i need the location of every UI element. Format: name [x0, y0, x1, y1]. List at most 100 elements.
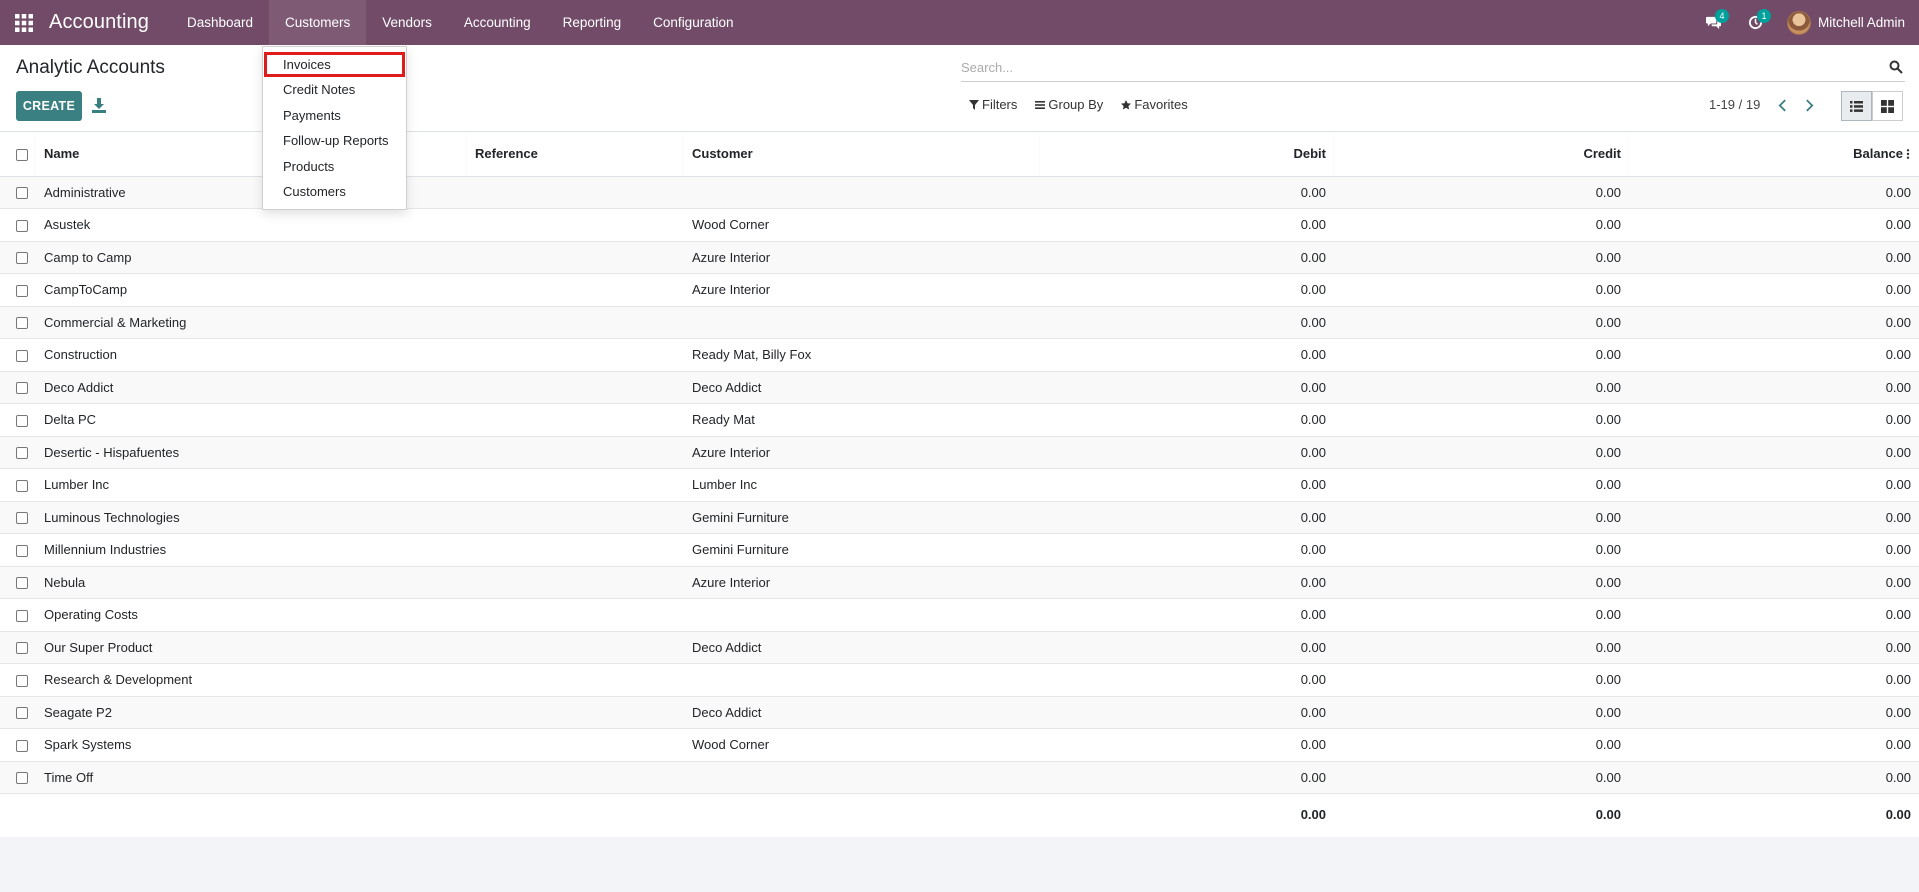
row-checkbox[interactable] [16, 544, 28, 557]
totals-spacer [684, 793, 1040, 836]
table-row[interactable]: CampToCamp Azure Interior 0.00 0.00 0.00 [0, 273, 1919, 307]
column-header-credit[interactable]: Credit [1334, 132, 1629, 177]
table-body: Administrative 0.00 0.00 0.00 Asustek Wood Co… [0, 176, 1919, 794]
search-input[interactable] [961, 54, 1861, 81]
table-row[interactable]: Seagate P2 Deco Addict 0.00 0.00 0.00 [0, 696, 1919, 729]
row-checkbox[interactable] [16, 674, 28, 687]
row-checkbox[interactable] [16, 577, 28, 590]
table-row[interactable]: Asustek Wood Corner 0.00 0.00 0.00 [0, 208, 1919, 242]
cell-balance: 0.00 [1629, 371, 1919, 404]
app-brand[interactable]: Accounting [49, 11, 149, 34]
row-checkbox[interactable] [16, 512, 28, 525]
dropdown-item-customers[interactable]: Customers [263, 179, 406, 205]
row-checkbox[interactable] [16, 642, 28, 655]
table-row[interactable]: Millennium Industries Gemini Furniture 0.0… [0, 533, 1919, 567]
cell-reference [467, 631, 684, 664]
row-checkbox[interactable] [16, 447, 28, 460]
row-checkbox[interactable] [16, 414, 28, 427]
table-row[interactable]: Lumber Inc Lumber Inc 0.00 0.00 0.00 [0, 468, 1919, 502]
cell-debit: 0.00 [1040, 176, 1334, 209]
table-row[interactable]: Nebula Azure Interior 0.00 0.00 0.00 [0, 566, 1919, 599]
messages-button[interactable]: 4 [1693, 0, 1735, 45]
row-checkbox[interactable] [16, 707, 28, 720]
row-checkbox[interactable] [16, 317, 28, 330]
table-row[interactable]: Construction Ready Mat, Billy Fox 0.00 0.00… [0, 338, 1919, 372]
dropdown-item-follow-up-reports[interactable]: Follow-up Reports [263, 128, 406, 154]
row-select-cell [0, 761, 36, 794]
select-all-checkbox[interactable] [16, 148, 28, 161]
row-select-cell [0, 696, 36, 729]
row-checkbox[interactable] [16, 219, 28, 232]
table-row[interactable]: Operating Costs 0.00 0.00 0.00 [0, 598, 1919, 632]
column-options-icon[interactable] [1905, 149, 1911, 160]
table-row[interactable]: Luminous Technologies Gemini Furniture 0.0… [0, 501, 1919, 534]
row-checkbox[interactable] [16, 609, 28, 622]
analytic-accounts-table: Name Reference Customer Debit Credit Bal… [0, 132, 1919, 836]
cell-customer [684, 306, 1040, 339]
menu-accounting[interactable]: Accounting [448, 0, 547, 45]
list-view-button[interactable] [1841, 91, 1872, 121]
row-checkbox[interactable] [16, 349, 28, 362]
column-header-customer[interactable]: Customer [684, 132, 1040, 177]
cell-balance: 0.00 [1629, 241, 1919, 274]
row-checkbox[interactable] [16, 284, 28, 297]
kanban-view-button[interactable] [1872, 91, 1903, 121]
filters-button[interactable]: Filters [969, 97, 1017, 112]
cell-credit: 0.00 [1334, 728, 1629, 762]
table-row[interactable]: Delta PC Ready Mat 0.00 0.00 0.00 [0, 403, 1919, 437]
dropdown-item-payments[interactable]: Payments [263, 103, 406, 129]
pager-next-button[interactable] [1802, 96, 1816, 114]
table-row[interactable]: Research & Development 0.00 0.00 0.00 [0, 663, 1919, 697]
menu-customers[interactable]: Customers [269, 0, 367, 45]
table-row[interactable]: Commercial & Marketing 0.00 0.00 0.00 [0, 306, 1919, 339]
cell-credit: 0.00 [1334, 501, 1629, 534]
cell-debit: 0.00 [1040, 761, 1334, 794]
cell-customer: Azure Interior [684, 436, 1040, 469]
cell-reference [467, 208, 684, 242]
cell-name: Seagate P2 [36, 696, 467, 729]
table-row[interactable]: Spark Systems Wood Corner 0.00 0.00 0.00 [0, 728, 1919, 762]
row-checkbox[interactable] [16, 252, 28, 265]
menu-dashboard[interactable]: Dashboard [171, 0, 269, 45]
user-menu[interactable]: Mitchell Admin [1786, 10, 1905, 35]
row-checkbox[interactable] [16, 187, 28, 200]
row-select-cell [0, 663, 36, 697]
row-checkbox[interactable] [16, 772, 28, 785]
activities-button[interactable]: 1 [1735, 0, 1777, 45]
favorites-button[interactable]: Favorites [1121, 97, 1188, 112]
table-row[interactable]: Deco Addict Deco Addict 0.00 0.00 0.00 [0, 371, 1919, 404]
row-checkbox[interactable] [16, 382, 28, 395]
table-row[interactable]: Our Super Product Deco Addict 0.00 0.00 0.00 [0, 631, 1919, 664]
search-icon[interactable] [1889, 60, 1903, 74]
table-row[interactable]: Camp to Camp Azure Interior 0.00 0.00 0.00 [0, 241, 1919, 274]
cell-debit: 0.00 [1040, 566, 1334, 599]
cell-reference [467, 306, 684, 339]
row-checkbox[interactable] [16, 479, 28, 492]
menu-configuration[interactable]: Configuration [637, 0, 749, 45]
menu-reporting[interactable]: Reporting [547, 0, 638, 45]
filters-label: Filters [982, 97, 1018, 112]
pager-value[interactable]: 1-19 / 19 [1709, 97, 1760, 112]
table-row[interactable]: Desertic - Hispafuentes Azure Interior 0.0… [0, 436, 1919, 469]
column-header-debit[interactable]: Debit [1040, 132, 1334, 177]
create-button[interactable]: CREATE [16, 91, 82, 121]
group-by-button[interactable]: Group By [1035, 97, 1103, 112]
column-header-reference[interactable]: Reference [467, 132, 684, 177]
cell-name: Millennium Industries [36, 533, 467, 567]
download-icon[interactable] [92, 97, 106, 113]
dropdown-item-credit-notes[interactable]: Credit Notes [263, 77, 406, 103]
menu-vendors[interactable]: Vendors [366, 0, 448, 45]
pager-previous-button[interactable] [1775, 96, 1789, 114]
total-balance: 0.00 [1629, 793, 1919, 836]
cell-credit: 0.00 [1334, 208, 1629, 242]
column-header-balance[interactable]: Balance [1629, 132, 1919, 177]
balance-header-label: Balance [1853, 146, 1903, 162]
dropdown-item-products[interactable]: Products [263, 154, 406, 180]
table-row[interactable]: Time Off 0.00 0.00 0.00 [0, 761, 1919, 794]
avatar [1786, 10, 1811, 35]
grid-icon [1881, 99, 1894, 113]
row-checkbox[interactable] [16, 739, 28, 752]
dropdown-item-invoices[interactable]: Invoices [264, 52, 405, 77]
cell-name: Commercial & Marketing [36, 306, 467, 339]
app-grid-icon[interactable] [0, 0, 48, 45]
